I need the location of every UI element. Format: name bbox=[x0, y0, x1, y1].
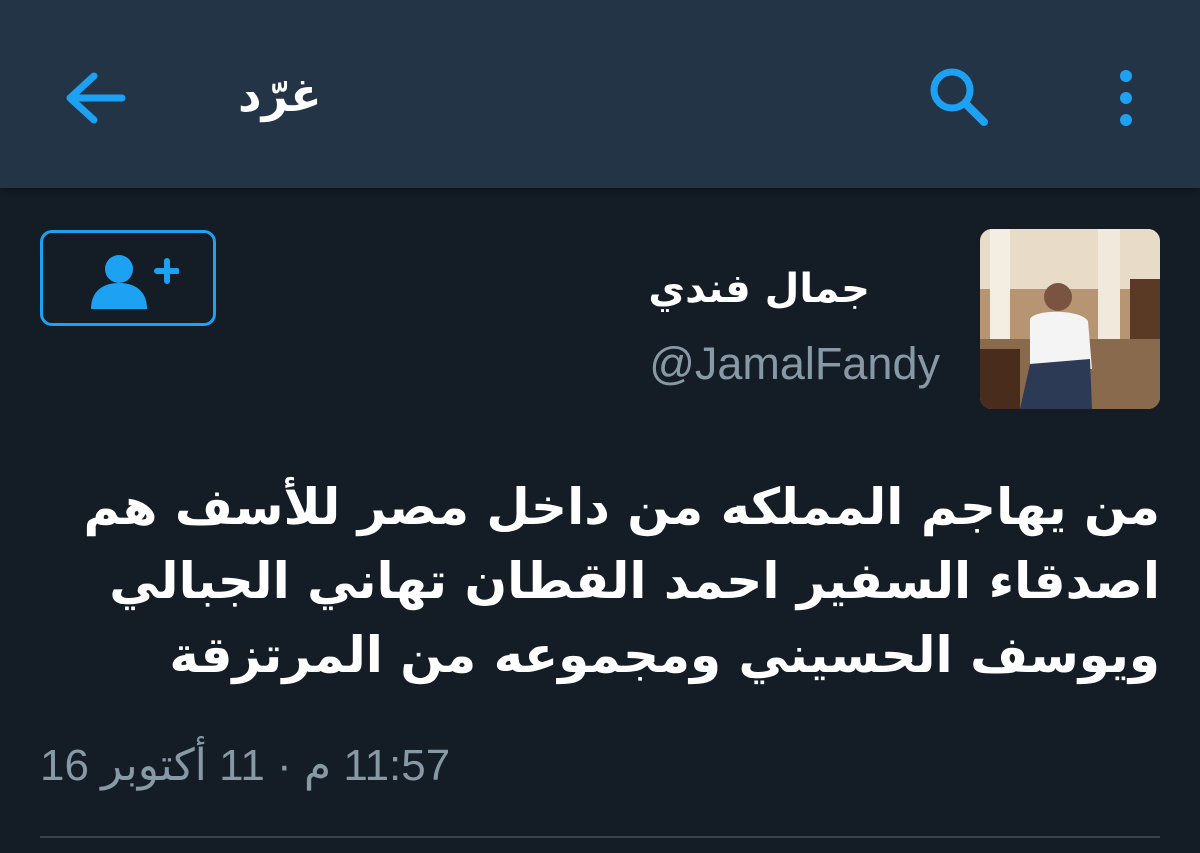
tweet-timestamp: 11:57 م · 11 أكتوبر 16 bbox=[40, 741, 451, 790]
follow-button[interactable] bbox=[40, 230, 216, 326]
more-vertical-icon bbox=[1120, 70, 1132, 126]
tweet-text-line: اصدقاء السفير احمد القطان تهاني الجبالي bbox=[109, 552, 1160, 610]
back-button[interactable] bbox=[60, 70, 130, 126]
arrow-left-icon bbox=[66, 72, 126, 124]
top-app-bar: غرّد bbox=[0, 0, 1200, 188]
author-display-name[interactable]: جمال فندي bbox=[648, 266, 870, 312]
page-title: غرّد bbox=[238, 68, 322, 122]
tweet-text-line: من يهاجم المملكه من داخل مصر للأسف هم bbox=[83, 478, 1160, 536]
author-handle[interactable]: @JamalFandy bbox=[649, 338, 940, 390]
divider bbox=[40, 836, 1160, 838]
tweet-text: من يهاجم المملكه من داخل مصر للأسف هم اص… bbox=[36, 470, 1160, 692]
search-button[interactable] bbox=[926, 64, 992, 130]
add-user-icon bbox=[91, 255, 179, 309]
more-options-button[interactable] bbox=[1108, 66, 1144, 130]
profile-photo bbox=[980, 229, 1160, 409]
search-icon bbox=[930, 68, 988, 126]
avatar[interactable] bbox=[980, 229, 1160, 409]
tweet-text-line: ويوسف الحسيني ومجموعه من المرتزقة bbox=[169, 626, 1160, 684]
